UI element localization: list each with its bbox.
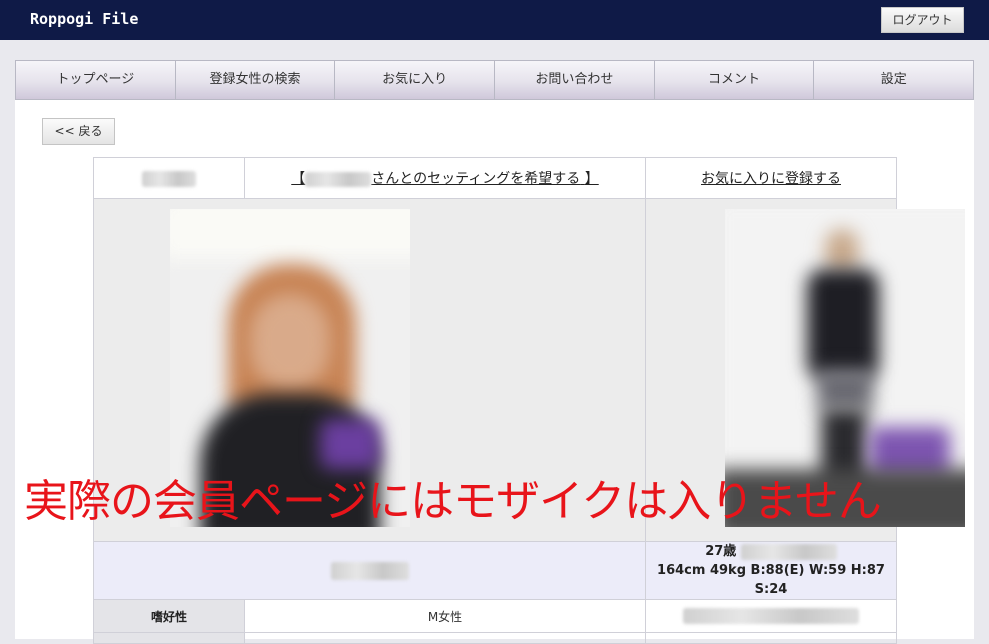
profile-header-row: 【 さんとのセッティングを希望する 】 お気に入りに登録する bbox=[93, 157, 897, 199]
member-measurements: 164cm 49kg B:88(E) W:59 H:87 S:24 bbox=[657, 563, 885, 597]
nav-item-contact[interactable]: お問い合わせ bbox=[495, 61, 655, 99]
member-name-blurred-2 bbox=[330, 562, 409, 581]
next-row-cell-1 bbox=[244, 632, 646, 644]
member-name-cell bbox=[93, 541, 646, 600]
setting-cell: 【 さんとのセッティングを希望する 】 bbox=[244, 157, 646, 199]
attribute-label: 嗜好性 bbox=[93, 599, 245, 633]
attribute-value: M女性 bbox=[244, 599, 646, 633]
add-favorite-link[interactable]: お気に入りに登録する bbox=[701, 171, 841, 187]
setting-bracket-open: 【 bbox=[291, 171, 306, 187]
attribute-extra-cell bbox=[645, 599, 897, 633]
setting-bracket-close: 】 bbox=[584, 171, 599, 187]
nav-item-comment[interactable]: コメント bbox=[654, 61, 815, 99]
nav-item-top[interactable]: トップページ bbox=[16, 61, 176, 99]
age-line: 27歳 bbox=[646, 542, 896, 561]
profile-table: 【 さんとのセッティングを希望する 】 お気に入りに登録する 27歳 164cm … bbox=[93, 157, 965, 644]
mosaic-notice-overlay: 実際の会員ページにはモザイクは入りません bbox=[24, 476, 882, 527]
member-extra-blurred bbox=[740, 543, 837, 560]
setting-request-label: さんとのセッティングを希望する bbox=[371, 171, 581, 187]
info-row: 27歳 164cm 49kg B:88(E) W:59 H:87 S:24 bbox=[93, 541, 897, 600]
nav-item-search[interactable]: 登録女性の検索 bbox=[175, 61, 336, 99]
logout-button[interactable]: ログアウト bbox=[881, 7, 964, 33]
next-row-label bbox=[93, 632, 245, 644]
attribute-extra-blurred bbox=[683, 608, 859, 624]
member-id-blurred bbox=[142, 171, 196, 187]
member-age: 27歳 bbox=[705, 544, 737, 559]
attribute-row: 嗜好性 M女性 bbox=[93, 599, 897, 633]
next-row-cell-2 bbox=[645, 632, 897, 644]
nav-item-settings[interactable]: 設定 bbox=[814, 61, 974, 99]
setting-request-link[interactable]: 【 さんとのセッティングを希望する 】 bbox=[291, 171, 598, 187]
member-stats-cell: 27歳 164cm 49kg B:88(E) W:59 H:87 S:24 bbox=[645, 541, 897, 600]
site-logo: Roppogi File bbox=[30, 10, 139, 28]
main-nav: トップページ 登録女性の検索 お気に入り お問い合わせ コメント 設定 bbox=[15, 60, 974, 100]
top-bar: Roppogi File ログアウト bbox=[0, 0, 989, 40]
back-button[interactable]: << 戻る bbox=[42, 118, 115, 145]
next-row bbox=[93, 632, 897, 644]
nav-item-favorites[interactable]: お気に入り bbox=[335, 61, 496, 99]
member-name-blurred bbox=[305, 171, 372, 187]
member-id-cell bbox=[93, 157, 245, 199]
favorite-cell: お気に入りに登録する bbox=[645, 157, 897, 199]
